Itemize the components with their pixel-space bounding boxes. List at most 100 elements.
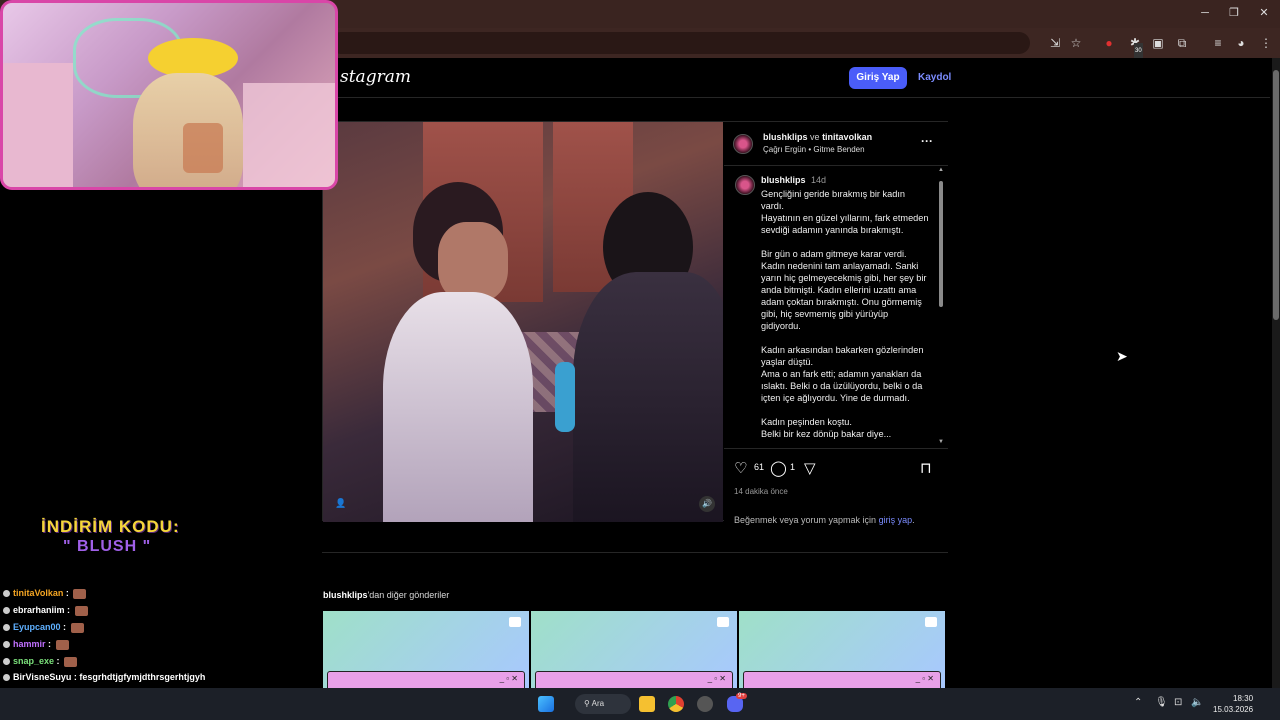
coauthor-link[interactable]: tinitavolkan (822, 132, 872, 142)
volume-icon[interactable]: 🔈 (1191, 697, 1203, 708)
chat-message: tinitaVolkan : (3, 588, 87, 599)
thumb-window-controls: _ ▫ ✕ (707, 674, 726, 683)
chat-username[interactable]: snap_exe (13, 656, 54, 666)
post-audio[interactable]: Çağrı Ergün • Gitme Benden (763, 145, 865, 154)
login-prompt-text: Beğenmek veya yorum yapmak için (734, 515, 877, 525)
thumb-window-controls: _ ▫ ✕ (915, 674, 934, 683)
file-explorer-icon[interactable] (639, 696, 655, 712)
discord-badge: 9+ (736, 693, 747, 699)
close-button[interactable]: ✕ (1257, 6, 1271, 20)
signup-link[interactable]: Kaydol (918, 72, 951, 83)
taskbar-search-label: Ara (591, 699, 605, 708)
extension-cat-icon[interactable]: ▣ (1150, 35, 1166, 51)
chat-message: BirVisneSuyu : fesgrhdtjgfymjdthrsgerhtj… (3, 672, 205, 682)
woman-face (438, 222, 508, 302)
taskbar-date[interactable]: 15.03.2026 (1213, 705, 1253, 714)
save-bookmark-icon[interactable]: ⊓ (920, 459, 932, 477)
audio-icon[interactable]: 🔊 (699, 496, 715, 512)
post-header: blushklips ve tinitavolkan Çağrı Ergün •… (724, 122, 948, 166)
media-control-icon[interactable]: ≡ (1210, 35, 1226, 51)
install-app-icon[interactable]: ⇲ (1047, 35, 1063, 51)
chat-emote (64, 656, 78, 667)
chat-username[interactable]: tinitaVolkan (13, 588, 63, 598)
plush-toys (243, 83, 335, 187)
extension-red-icon[interactable]: ● (1101, 35, 1117, 51)
address-bar[interactable] (330, 32, 1030, 54)
chrome-icon[interactable] (668, 696, 684, 712)
author-link[interactable]: blushklips (763, 132, 808, 142)
chat-username[interactable]: ebrarhaniim (13, 605, 65, 615)
more-posts-title: blushklips'dan diğer gönderiler (323, 590, 449, 600)
thumb-window-graphic: _ ▫ ✕ (535, 671, 733, 688)
chat-message: hammir : (3, 639, 69, 650)
page-scrollbar[interactable] (1272, 58, 1280, 688)
man-jacket (573, 272, 723, 522)
chat-separator: : (54, 656, 63, 666)
gaming-chair (3, 63, 73, 187)
login-prompt-link[interactable]: giriş yap (879, 515, 913, 525)
more-posts-suffix: 'dan diğer gönderiler (367, 590, 450, 600)
audio-title: Gitme Benden (813, 145, 865, 154)
caption-scrollbar[interactable]: ▲ ▼ (938, 167, 944, 447)
tray-overflow-icon[interactable]: ⌃ (1134, 697, 1142, 708)
network-icon[interactable]: ⊡ (1174, 697, 1182, 708)
chat-separator: : (45, 639, 54, 649)
caption-meta: blushklips 14d (761, 175, 826, 185)
chat-emote (70, 622, 84, 633)
taskbar-time[interactable]: 18:30 (1233, 694, 1253, 703)
windows-start-icon[interactable] (538, 696, 554, 712)
more-post-thumb[interactable]: _ ▫ ✕ (323, 611, 529, 688)
post-authors: blushklips ve tinitavolkan (763, 132, 872, 142)
section-divider (322, 552, 948, 553)
chat-badge-icon (3, 641, 10, 649)
bookmark-star-icon[interactable]: ☆ (1068, 35, 1084, 51)
audio-artist: Çağrı Ergün (763, 145, 807, 154)
more-post-thumb[interactable]: _ ▫ ✕ (531, 611, 737, 688)
chat-message: ebrarhaniim : (3, 605, 88, 616)
extensions-puzzle-icon[interactable]: ⧉ (1174, 35, 1190, 51)
caption-scroll-thumb[interactable] (939, 181, 943, 307)
mouse-cursor-icon: ➤ (1116, 348, 1128, 364)
page-scroll-thumb[interactable] (1273, 70, 1279, 320)
like-heart-icon[interactable]: ♡ (734, 459, 747, 477)
profile-avatar[interactable]: ◕ (1233, 35, 1249, 51)
bottle (555, 362, 575, 432)
browser-menu-icon[interactable]: ⋮ (1258, 35, 1274, 51)
caption-user[interactable]: blushklips (761, 175, 806, 185)
thumb-window-graphic: _ ▫ ✕ (327, 671, 525, 688)
scroll-up-icon[interactable]: ▲ (938, 167, 944, 173)
post-video[interactable]: 👤 🔊 (323, 122, 723, 522)
more-posts-user[interactable]: blushklips (323, 590, 368, 600)
search-icon: ⚲ (584, 699, 590, 708)
minimize-button[interactable]: ─ (1198, 6, 1212, 20)
like-count: 61 (754, 462, 765, 472)
chat-badge-icon (3, 624, 10, 632)
tagged-user-icon[interactable]: 👤 (335, 498, 346, 509)
post-time: 14 dakika önce (734, 487, 788, 496)
taskbar-search[interactable]: ⚲ Ara (575, 694, 631, 714)
chat-message: Eyupcan00 : (3, 622, 84, 633)
scroll-down-icon[interactable]: ▼ (938, 439, 944, 445)
promo-code: " BLUSH " (63, 538, 152, 555)
audio-separator: • (808, 145, 812, 154)
chat-badge-icon (3, 607, 10, 615)
instagram-logo[interactable]: stagram (340, 67, 411, 87)
restore-button[interactable]: ❐ (1227, 6, 1241, 20)
reel-icon (717, 617, 729, 627)
chat-emote (73, 588, 87, 599)
more-post-thumb[interactable]: _ ▫ ✕ (739, 611, 945, 688)
chat-username[interactable]: Eyupcan00 (13, 622, 61, 632)
share-icon[interactable]: ▽ (804, 459, 816, 477)
author-avatar[interactable] (733, 134, 753, 154)
extension-badge-icon[interactable]: 30✱ (1127, 35, 1143, 59)
login-button[interactable]: Giriş Yap (849, 67, 907, 89)
chat-username[interactable]: hammir (13, 639, 46, 649)
comment-icon[interactable]: ◯ (770, 459, 787, 477)
more-options-icon[interactable]: ··· (921, 134, 933, 148)
obs-icon[interactable] (697, 696, 713, 712)
caption-avatar[interactable] (735, 175, 755, 195)
microphone-icon[interactable]: 🎙 (1155, 697, 1168, 708)
chat-separator: : (60, 622, 69, 632)
chat-username[interactable]: BirVisneSuyu (13, 672, 71, 682)
login-prompt: Beğenmek veya yorum yapmak için giriş ya… (734, 515, 915, 525)
